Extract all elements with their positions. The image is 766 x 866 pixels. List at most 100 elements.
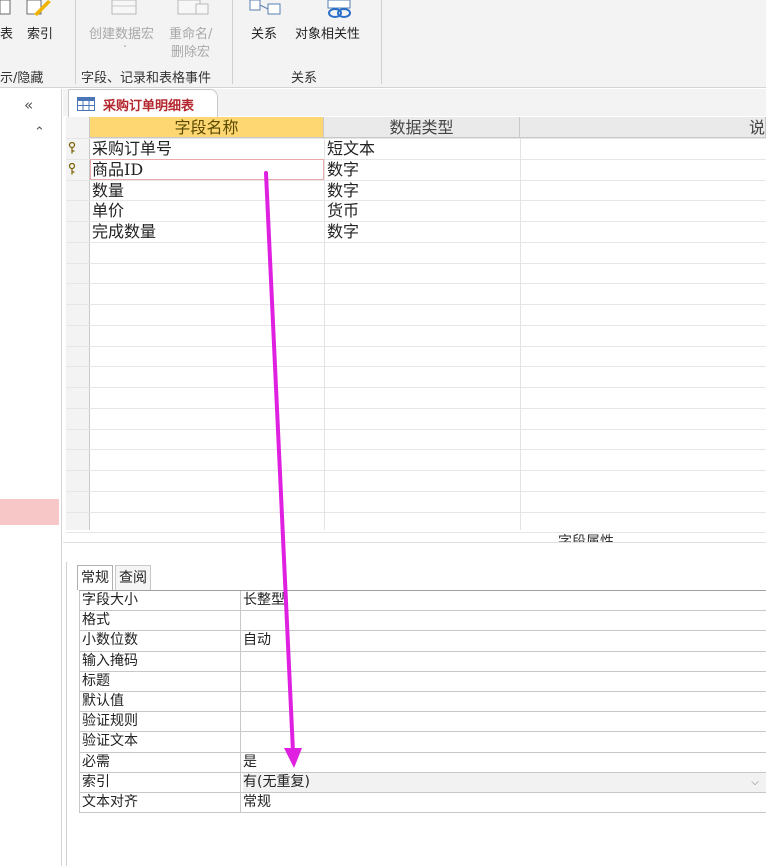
property-label: 索引 [79, 772, 241, 792]
table-design-grid [63, 117, 766, 542]
document-tab-label: 采购订单明细表 [103, 99, 195, 114]
property-label: 格式 [79, 611, 241, 631]
property-value[interactable] [243, 692, 766, 711]
rename-delete-macro-button[interactable]: 重命名/ [169, 23, 212, 42]
property-label: 验证规则 [79, 712, 241, 732]
grid-row-line [66, 304, 766, 305]
relationships-icon [249, 0, 281, 15]
property-row[interactable]: 标题 [79, 671, 766, 692]
header-field-name: 字段名称 [90, 117, 324, 138]
property-label: 小数位数 [79, 631, 241, 651]
grid-row-line [66, 407, 766, 409]
property-label: 必需 [79, 752, 241, 772]
property-label: 标题 [79, 671, 241, 691]
property-value[interactable] [243, 712, 766, 731]
property-row[interactable]: 输入掩码 [79, 651, 766, 672]
field-name-cell[interactable]: 采购订单号 [92, 139, 172, 159]
property-row[interactable]: 验证文本 [79, 732, 766, 753]
property-row[interactable]: 文本对齐 常规 [79, 792, 766, 814]
table-button[interactable]: 表 [0, 23, 13, 42]
property-row[interactable]: 字段大小 长整型 [79, 591, 766, 612]
grid-row-line [66, 241, 766, 243]
grid-row-line [66, 262, 766, 264]
property-label: 字段大小 [79, 591, 241, 611]
property-value[interactable]: 自动 [243, 631, 766, 650]
header-data-type: 数据类型 [324, 117, 520, 138]
create-macro-dropdown-dot: · [123, 40, 128, 55]
grid-row-line [66, 200, 766, 202]
grid-row-line [66, 511, 766, 513]
rename-delete-macro-line2: 删除宏 [171, 45, 211, 60]
data-type-cell[interactable]: 货币 [327, 201, 359, 221]
object-dependencies-button[interactable]: 对象相关性 [295, 23, 360, 42]
group-relationships-label: 关系 [291, 71, 318, 86]
index-button[interactable]: 索引 [27, 23, 53, 42]
group-separator [381, 0, 382, 84]
grid-column-line [324, 138, 325, 530]
group-separator [232, 0, 233, 84]
group-show-hide-label: 示/隐藏 [0, 71, 44, 86]
property-value[interactable]: 长整型 [243, 591, 766, 610]
rename-macro-icon [177, 0, 209, 15]
property-label: 默认值 [79, 691, 241, 712]
grid-row-line [66, 283, 766, 285]
property-row[interactable]: 默认值 [79, 691, 766, 713]
grid-row-line [66, 490, 766, 492]
field-properties-table: 字段大小 长整型 格式 小数位数 自动 输入掩码 标题 默认值 验证规则 验证文本 必需是索引 有(无… [79, 590, 766, 814]
tab-lookup[interactable]: 查阅 [115, 565, 151, 590]
nav-selected-item[interactable] [0, 499, 59, 525]
grid-row-line [66, 366, 766, 368]
object-dependencies-icon [327, 0, 351, 18]
table-icon [77, 97, 95, 111]
grid-row-line [66, 324, 766, 326]
primary-key-icon [68, 162, 76, 175]
property-row[interactable]: 必需是 [79, 752, 766, 773]
property-row[interactable]: 索引 有(无重复) ⌵ [79, 772, 766, 793]
relationships-button[interactable]: 关系 [251, 23, 277, 42]
field-name-cell[interactable]: 商品ID [92, 160, 143, 180]
data-type-cell[interactable]: 数字 [327, 160, 359, 180]
grid-row-line [66, 221, 766, 222]
property-value[interactable] [243, 611, 766, 630]
property-row[interactable]: 验证规则 [79, 712, 766, 733]
property-value[interactable] [243, 732, 766, 751]
field-name-cell[interactable]: 数量 [92, 181, 124, 201]
group-field-events-label: 字段、记录和表格事件 [81, 71, 212, 86]
chevron-down-icon[interactable]: ⌵ [748, 775, 762, 790]
expand-group-icon[interactable]: ⌃ [34, 125, 45, 140]
create-macro-icon [111, 0, 137, 15]
ribbon: 表 索引 示/隐藏 创建数据宏 · 重命名/ 删除宏 字段、记录和表格事件 关系… [0, 0, 766, 88]
grid-row-line [66, 470, 766, 471]
grid-row-line [66, 387, 766, 388]
property-value[interactable]: 是 [243, 753, 766, 772]
data-type-cell[interactable]: 数字 [327, 222, 359, 242]
primary-key-icon [68, 142, 76, 154]
property-label: 输入掩码 [79, 651, 241, 671]
property-value[interactable]: 常规 [243, 793, 766, 812]
grid-row-line [66, 532, 766, 534]
field-name-cell[interactable]: 完成数量 [92, 222, 156, 242]
collapse-nav-icon[interactable]: « [24, 96, 33, 114]
header-description: 说 [520, 117, 766, 138]
grid-row-line [66, 449, 766, 451]
data-type-cell[interactable]: 数字 [327, 181, 359, 201]
group-separator [75, 0, 76, 84]
grid-row-line [66, 345, 766, 347]
document-tab[interactable]: 采购订单明细表 [68, 89, 218, 118]
grid-row-line [66, 428, 766, 430]
property-value[interactable] [243, 672, 766, 691]
table-icon [0, 0, 11, 15]
property-row[interactable]: 格式 [79, 611, 766, 632]
property-value[interactable] [243, 652, 766, 671]
index-icon [26, 0, 51, 16]
tab-general[interactable]: 常规 [77, 565, 113, 590]
property-label: 验证文本 [79, 732, 241, 752]
create-data-macro-button[interactable]: 创建数据宏 [89, 23, 154, 42]
field-name-cell[interactable]: 单价 [92, 201, 124, 221]
data-type-cell[interactable]: 短文本 [327, 139, 375, 159]
property-row[interactable]: 小数位数 自动 [79, 631, 766, 652]
property-value[interactable]: 有(无重复) [243, 772, 766, 792]
grid-column-line [520, 138, 521, 530]
property-label: 文本对齐 [79, 792, 241, 813]
field-properties-border [66, 562, 67, 866]
